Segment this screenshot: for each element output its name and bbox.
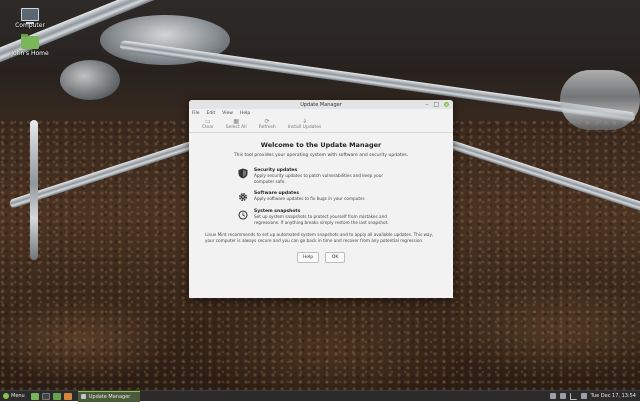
window-title: Update Manager: [300, 101, 342, 108]
menu-label: Menu: [11, 393, 25, 399]
shield-tray-icon[interactable]: [549, 393, 556, 399]
clock[interactable]: Tue Dec 17, 13:54: [591, 393, 636, 399]
shield-icon: [237, 168, 248, 179]
feature-security: Security updates Apply security updates …: [237, 168, 443, 184]
gear-icon: [237, 191, 248, 202]
toolbar: ▭ Clear ▦ Select All ⟳ Refresh ⇓ Install…: [189, 117, 453, 133]
welcome-intro: This tool provides your operating system…: [233, 153, 409, 158]
select-all-button[interactable]: ▦ Select All: [220, 118, 253, 132]
refresh-icon: ⟳: [264, 118, 270, 125]
menu-edit[interactable]: Edit: [207, 111, 216, 116]
show-desktop-icon[interactable]: [30, 392, 39, 400]
feature-description: Set up system snapshots to protect yours…: [254, 214, 389, 225]
install-icon: ⇓: [301, 118, 308, 125]
update-manager-icon: [80, 394, 86, 399]
taskbar-item-label: Update Manager: [88, 393, 131, 400]
feature-snapshots: System snapshots Set up system snapshots…: [237, 209, 443, 225]
menu-view[interactable]: View: [222, 111, 233, 116]
desktop-icon-computer[interactable]: Computer: [8, 8, 52, 29]
welcome-page: Welcome to the Update Manager This tool …: [189, 133, 453, 263]
network-icon[interactable]: [569, 392, 577, 400]
feature-software: Software updates Apply software updates …: [237, 191, 443, 202]
help-button[interactable]: Help: [296, 252, 320, 263]
notifications-icon[interactable]: [559, 393, 566, 399]
clear-icon: ▭: [205, 118, 211, 125]
refresh-button[interactable]: ⟳ Refresh: [253, 118, 282, 132]
feature-description: Apply security updates to patch vulnerab…: [254, 173, 384, 184]
close-button[interactable]: ×: [444, 102, 449, 107]
select-all-label: Select All: [225, 125, 247, 130]
files-icon[interactable]: [52, 392, 61, 400]
select-all-icon: ▦: [233, 118, 240, 125]
desktop-icon-label: John's Home: [11, 50, 49, 57]
roaster-hub-small: [60, 60, 120, 100]
maximize-button[interactable]: □: [433, 101, 439, 108]
recommendation-text: Linux Mint recommends to set up automate…: [205, 232, 434, 243]
install-updates-button[interactable]: ⇓ Install Updates: [282, 118, 328, 132]
menu-help[interactable]: Help: [240, 111, 250, 116]
clear-label: Clear: [202, 125, 214, 130]
system-tray: Tue Dec 17, 13:54: [549, 392, 640, 400]
clear-button[interactable]: ▭ Clear: [196, 118, 220, 132]
menu-bar: File Edit View Help: [189, 109, 453, 117]
feature-list: Security updates Apply security updates …: [237, 168, 443, 225]
feature-description: Apply software updates to fix bugs in yo…: [254, 196, 366, 201]
welcome-heading: Welcome to the Update Manager: [260, 141, 382, 149]
terminal-icon[interactable]: [41, 392, 50, 400]
mint-logo-icon: [3, 393, 9, 399]
dialog-buttons: Help OK: [199, 252, 443, 263]
update-manager-window: Update Manager – □ × File Edit View Help…: [189, 100, 453, 298]
ok-button[interactable]: OK: [325, 252, 346, 263]
install-label: Install Updates: [287, 125, 322, 130]
roaster-reflection: [560, 70, 640, 130]
window-controls: – □ ×: [425, 101, 449, 108]
roaster-rod: [30, 120, 38, 260]
volume-icon[interactable]: [580, 393, 587, 399]
folder-icon: [21, 34, 39, 49]
refresh-label: Refresh: [258, 125, 276, 130]
taskbar-panel: Menu Update Manager Tue Dec 17, 13:54: [0, 390, 640, 402]
computer-icon: [21, 8, 39, 24]
menu-file[interactable]: File: [192, 111, 200, 116]
minimize-button[interactable]: –: [425, 101, 428, 108]
window-titlebar[interactable]: Update Manager – □ ×: [189, 100, 453, 109]
clock-icon: [237, 209, 248, 220]
update-manager-launcher-icon[interactable]: [63, 392, 72, 400]
desktop-icon-home[interactable]: John's Home: [8, 34, 52, 57]
